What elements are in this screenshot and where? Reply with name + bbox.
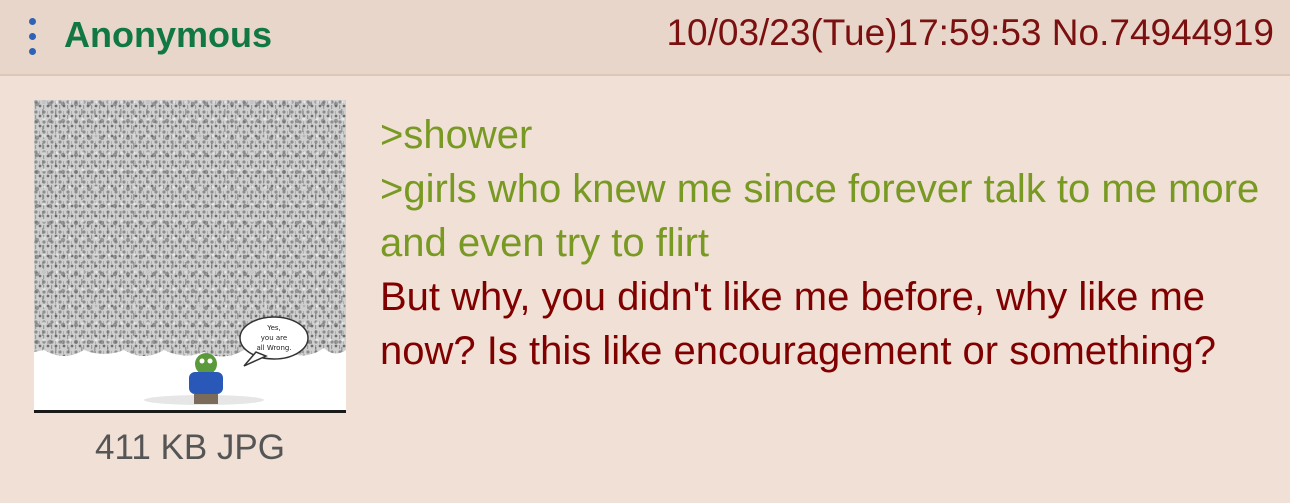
- post-header: Anonymous 10/03/23(Tue)17:59:53 No.74944…: [0, 0, 1290, 76]
- more-options-icon[interactable]: [24, 14, 40, 60]
- speech-line-3: all Wrong.: [256, 344, 291, 352]
- thumbnail-divider: [34, 410, 346, 413]
- speech-line-1: Yes,: [266, 324, 281, 332]
- post-body: Yes, you are all Wrong. 411 KB JPG >show…: [0, 76, 1290, 503]
- speech-line-2: you are: [261, 334, 287, 342]
- post-thumbnail[interactable]: Yes, you are all Wrong.: [34, 100, 346, 410]
- post-meta: 10/03/23(Tue)17:59:53 No.74944919: [666, 12, 1274, 54]
- greentext-line: >shower: [380, 113, 533, 157]
- greentext-line: >girls who knew me since forever talk to…: [380, 167, 1260, 265]
- comment-line: But why, you didn't like me before, why …: [380, 275, 1217, 373]
- file-info[interactable]: 411 KB JPG: [34, 426, 346, 470]
- post-datetime: 10/03/23(Tue)17:59:53: [666, 12, 1042, 53]
- post-comment: >shower >girls who knew me since forever…: [380, 108, 1260, 378]
- crowd-image: Yes, you are all Wrong.: [34, 100, 346, 410]
- post-number[interactable]: No.74944919: [1052, 12, 1274, 53]
- poster-name: Anonymous: [64, 14, 273, 55]
